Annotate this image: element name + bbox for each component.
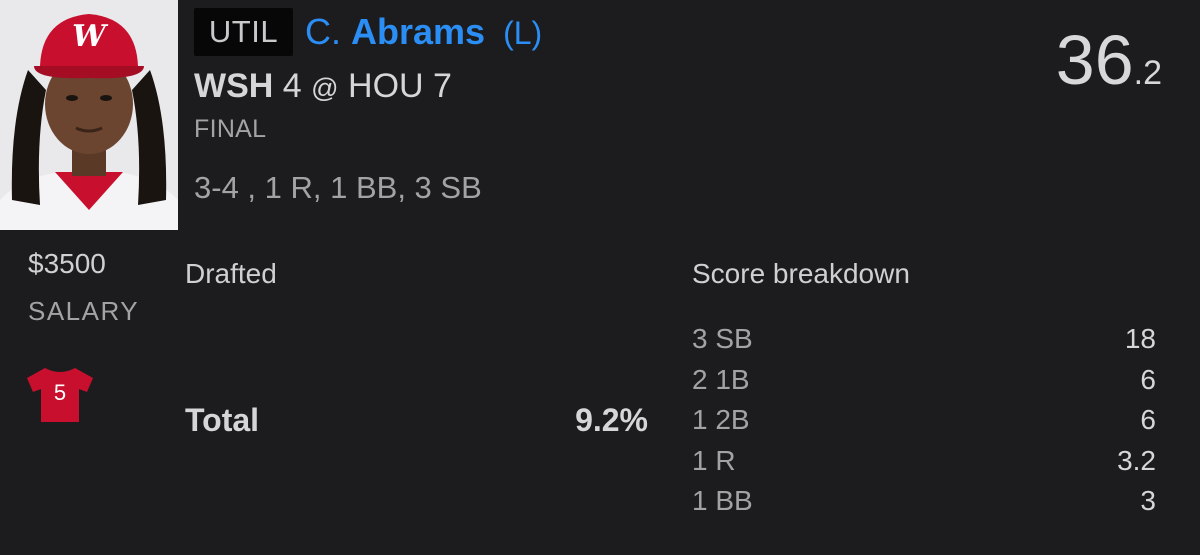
salary-label: SALARY	[28, 296, 140, 326]
salary-value: $3500	[28, 248, 106, 279]
cap-logo: W	[72, 19, 106, 54]
breakdown-label: 3 SB	[692, 323, 753, 355]
player-last-name: Abrams	[351, 11, 486, 52]
fantasy-points-integer: 36	[1055, 21, 1134, 99]
breakdown-label: 1 R	[692, 444, 736, 476]
breakdown-row: 3 SB 18	[692, 319, 1156, 360]
breakdown-value: 3.2	[1117, 444, 1156, 476]
away-team: WSH	[194, 67, 274, 105]
breakdown-value: 18	[1124, 323, 1156, 355]
home-score: 7	[433, 67, 452, 105]
breakdown-label: 1 2B	[692, 404, 750, 436]
stat-line: 3-4 , 1 R, 1 BB, 3 SB	[194, 170, 482, 205]
breakdown-value: 6	[1140, 363, 1156, 395]
breakdown-row: 1 R 3.2	[692, 441, 1156, 482]
player-batting-hand: (L)	[503, 15, 543, 51]
breakdown-row: 2 1B 6	[692, 360, 1156, 401]
fantasy-points-decimal: .2	[1133, 54, 1162, 92]
player-headshot: W	[0, 0, 178, 230]
breakdown-value: 3	[1140, 485, 1156, 517]
fantasy-points: 36.2	[1056, 22, 1162, 98]
breakdown-row: 1 2B 6	[692, 400, 1156, 441]
score-breakdown-heading: Score breakdown	[692, 258, 910, 289]
breakdown-label: 2 1B	[692, 363, 750, 395]
jersey-number: 5	[53, 380, 67, 405]
breakdown-label: 1 BB	[692, 485, 753, 517]
player-first-initial: C.	[305, 11, 341, 52]
home-team: HOU	[348, 67, 424, 105]
breakdown-row: 1 BB 3	[692, 481, 1156, 522]
game-matchup: WSH 4 @ HOU 7	[194, 66, 452, 108]
drafted-total-value: 9.2%	[575, 402, 648, 438]
player-name[interactable]: C. Abrams (L)	[305, 12, 542, 53]
breakdown-value: 6	[1140, 404, 1156, 436]
score-breakdown-list: 3 SB 18 2 1B 6 1 2B 6 1 R 3.2 1 BB 3	[692, 319, 1156, 522]
at-symbol: @	[311, 73, 339, 103]
game-status: FINAL	[194, 115, 267, 143]
away-score: 4	[282, 67, 302, 105]
position-badge: UTIL	[194, 8, 293, 56]
drafted-heading: Drafted	[185, 258, 277, 289]
drafted-total-label: Total	[185, 402, 260, 438]
